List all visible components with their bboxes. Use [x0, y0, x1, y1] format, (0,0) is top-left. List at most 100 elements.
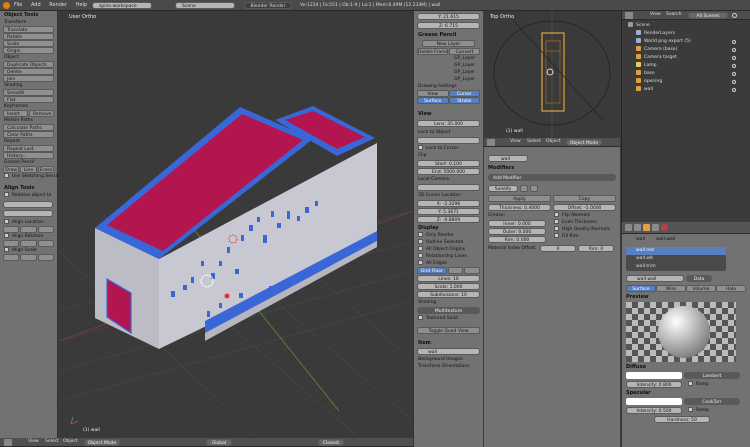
outliner-row[interactable]: World.png export (5)	[622, 38, 750, 46]
hardness-field[interactable]: Hardness: 50	[654, 416, 710, 423]
flip-normals-option[interactable]: Flip Normals	[550, 212, 620, 219]
drawing-view-button[interactable]: View	[417, 90, 449, 97]
tool-button[interactable]: Duplicate Objects	[3, 61, 54, 68]
menu-add[interactable]: Add	[31, 2, 41, 8]
display-outline-selected[interactable]: Outline Selected	[414, 239, 483, 246]
align-scale-y[interactable]	[20, 254, 37, 261]
align-location-z[interactable]	[37, 226, 54, 233]
tool-button[interactable]: Repeat Last	[3, 145, 54, 152]
viewport-menu-select[interactable]: Select	[45, 439, 59, 444]
textured-solid-option[interactable]: Textured Solid	[414, 315, 483, 322]
outliner-editor-icon[interactable]	[625, 12, 633, 19]
toggle-quad-view-button[interactable]: Toggle Quad View	[417, 327, 480, 334]
fill-rim-option[interactable]: Fill Rim	[550, 233, 620, 240]
tab-halo[interactable]: Halo	[716, 285, 746, 292]
cursor-x-field[interactable]: X: -2.3296	[417, 200, 480, 207]
menu-help[interactable]: Help	[76, 2, 87, 8]
new-layer-button[interactable]: New Layer	[422, 40, 475, 47]
background-images-head[interactable]: Background Images	[414, 356, 483, 363]
grid-axis-y[interactable]	[464, 267, 480, 274]
crease-inner-field[interactable]: Inner: 0.000	[488, 220, 546, 227]
modifier-context-icon[interactable]	[652, 224, 659, 231]
align-scale-x[interactable]	[3, 254, 20, 261]
workspace-select[interactable]: spine.workspace	[92, 2, 152, 9]
display-relationship-lines[interactable]: Relationship Lines	[414, 253, 483, 260]
clip-start-field[interactable]: Start: 0.100	[417, 160, 480, 167]
display-all-edges[interactable]: All Edges	[414, 260, 483, 267]
eye-icon[interactable]	[732, 40, 736, 44]
diffuse-shader-select[interactable]: Lambert	[684, 372, 740, 379]
eye-icon[interactable]	[732, 48, 736, 52]
diffuse-color-swatch[interactable]	[626, 372, 682, 379]
align-location-y[interactable]	[20, 226, 37, 233]
gp-layer-row[interactable]: GP_Layer	[414, 76, 483, 83]
grid-scale-field[interactable]: Scale: 1.000	[417, 283, 480, 290]
add-modifier-select[interactable]: Add Modifier	[488, 174, 616, 181]
mode-select[interactable]: Object Mode	[84, 439, 120, 446]
outliner-menu-view[interactable]: View	[650, 12, 661, 17]
tool-button[interactable]: Remove	[29, 110, 54, 117]
scene-context-icon[interactable]	[634, 224, 641, 231]
menu-render[interactable]: Render	[49, 2, 67, 8]
lens-field[interactable]: Lens: 35.000	[417, 120, 480, 127]
gp-layer-row[interactable]: GP_Layer	[414, 55, 483, 62]
editor-type-icon[interactable]	[4, 439, 12, 446]
align-relative-value[interactable]	[3, 210, 53, 217]
grease-draw-button[interactable]: Draw	[3, 166, 20, 173]
align-rotation-z[interactable]	[37, 240, 54, 247]
eye-icon[interactable]	[732, 88, 736, 92]
material-name-field[interactable]: wall.wall	[626, 275, 684, 282]
align-location-x[interactable]	[3, 226, 20, 233]
high-quality-normals-option[interactable]: High Quality Normals	[550, 226, 620, 233]
specular-intensity-field[interactable]: Intensity: 0.500	[626, 407, 682, 414]
tool-button[interactable]: Rotate	[3, 33, 54, 40]
material-context-icon[interactable]	[661, 224, 668, 231]
scene-select[interactable]: Scene	[175, 2, 235, 9]
material-slot[interactable]: wall.red	[626, 247, 726, 255]
grease-erase-button[interactable]: Erase	[37, 166, 54, 173]
outliner-row[interactable]: Scene	[622, 22, 750, 30]
outliner-row[interactable]: base	[622, 70, 750, 78]
outliner-row[interactable]: opening	[622, 78, 750, 86]
tool-button[interactable]: Scale	[3, 40, 54, 47]
tool-button[interactable]: Calculate Paths	[3, 124, 54, 131]
render-context-icon[interactable]	[625, 224, 632, 231]
delete-frame-button[interactable]: Delete Frame	[417, 48, 448, 55]
copy-button[interactable]: Copy	[553, 195, 616, 202]
modifier-object-name[interactable]: wall	[488, 155, 528, 162]
align-rotation-x[interactable]	[3, 240, 20, 247]
display-only-render[interactable]: Only Render	[414, 232, 483, 239]
tool-button[interactable]: History...	[3, 152, 54, 159]
shading-mode-select[interactable]: Multitexture	[417, 307, 480, 314]
outliner-row[interactable]: Camera target	[622, 54, 750, 62]
viewport-menu-object[interactable]: Object	[63, 439, 78, 444]
material-offset-field[interactable]: 0	[540, 245, 576, 252]
outliner-row[interactable]: Camera (base)	[622, 46, 750, 54]
tool-button[interactable]: Clear Paths	[3, 131, 54, 138]
drawing-surface-button[interactable]: Surface	[417, 97, 449, 104]
item-name-field[interactable]: wall	[417, 348, 480, 355]
tool-button[interactable]: Insert	[3, 110, 28, 117]
top-menu-view[interactable]: View	[510, 139, 521, 144]
eye-icon[interactable]	[732, 72, 736, 76]
modifier-name-field[interactable]: Solidify	[488, 185, 518, 192]
grease-line-button[interactable]: Line	[20, 166, 37, 173]
cursor-z-field[interactable]: Z: -0.8809	[417, 216, 480, 223]
material-slot[interactable]: wall.trim	[626, 263, 726, 271]
cursor-y-field[interactable]: Y: 5.3671	[417, 208, 480, 215]
outliner-search-icon[interactable]	[732, 13, 737, 18]
location-y-field[interactable]: Y: 21.615	[417, 13, 480, 20]
eye-icon[interactable]	[732, 64, 736, 68]
tab-wire[interactable]: Wire	[656, 285, 686, 292]
tool-button[interactable]: Delete	[3, 68, 54, 75]
tool-button[interactable]: Origin	[3, 47, 54, 54]
tool-button[interactable]: Flat	[3, 96, 54, 103]
object-context-icon[interactable]	[643, 224, 650, 231]
main-viewport[interactable]: User Ortho (1) wall	[59, 11, 413, 438]
top-editor-type-icon[interactable]	[487, 139, 495, 146]
sketching-sessions-option[interactable]: Use Sketching Sessions	[0, 173, 65, 180]
render-engine-select[interactable]: Blender Render	[244, 2, 292, 9]
top-mode-select[interactable]: Object Mode	[566, 139, 602, 146]
tab-surface[interactable]: Surface	[626, 285, 656, 292]
align-relative-option[interactable]: Relative object to	[0, 192, 57, 199]
